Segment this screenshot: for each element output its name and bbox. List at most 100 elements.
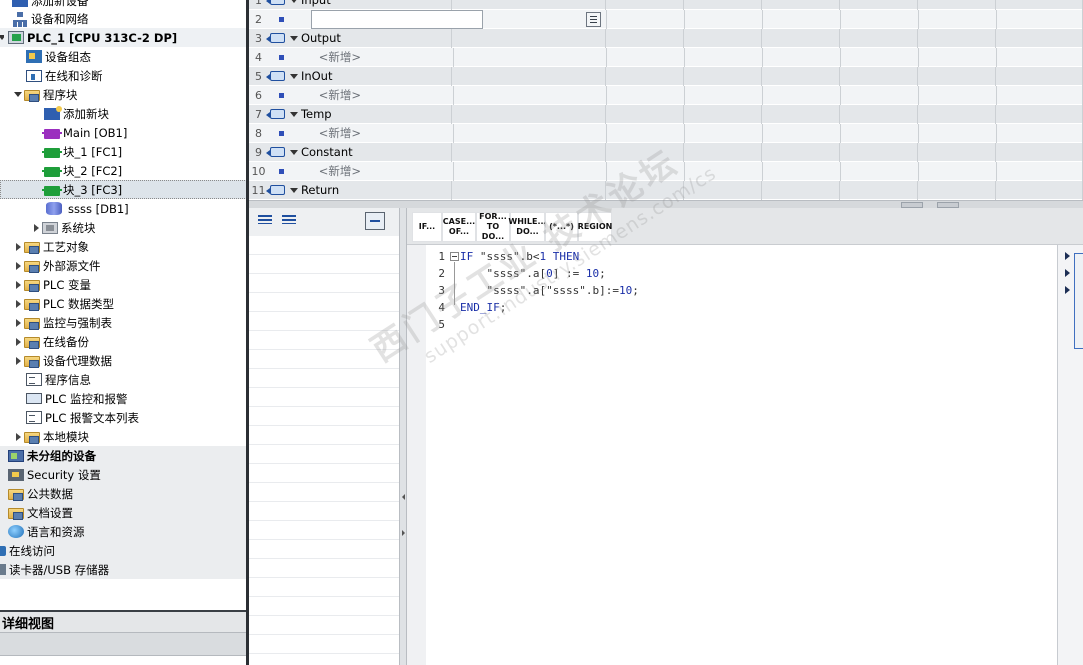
outdent-list-icon[interactable]	[280, 212, 298, 228]
region-button[interactable]: REGION	[578, 212, 612, 242]
table-cell[interactable]	[685, 47, 764, 67]
collapse-left-icon[interactable]	[402, 494, 405, 500]
expand-arrow-icon[interactable]	[12, 427, 24, 446]
details-view-header[interactable]: 详细视图	[0, 610, 247, 632]
tree-item-fc1[interactable]: 块_1 [FC1]	[0, 142, 247, 161]
tree-item-online-access[interactable]: 在线访问	[0, 541, 247, 560]
comment-button[interactable]: (*...*)	[545, 212, 578, 242]
table-cell[interactable]	[452, 0, 606, 10]
add-new-entry[interactable]: <新增>	[301, 123, 454, 143]
add-new-entry[interactable]: <新增>	[301, 161, 454, 181]
tree-item-document-settings[interactable]: 文档设置	[0, 503, 247, 522]
table-cell[interactable]	[454, 47, 608, 67]
tree-item-external-sources[interactable]: 外部源文件	[0, 256, 247, 275]
interface-row[interactable]: 5 InOut	[249, 66, 1083, 86]
tree-item-system-blocks[interactable]: 系统块	[0, 218, 247, 237]
table-cell[interactable]	[996, 104, 1083, 124]
table-cell[interactable]	[606, 142, 685, 162]
tree-item-db1[interactable]: ssss [DB1]	[0, 199, 247, 218]
table-cell[interactable]	[762, 28, 841, 48]
list-picker-icon[interactable]	[586, 12, 601, 27]
interface-row[interactable]: 8 <新增>	[249, 123, 1083, 143]
code-line[interactable]: "ssss".a["ssss".b]:=10;	[460, 284, 638, 297]
expand-arrow-icon[interactable]	[12, 256, 24, 275]
interface-row[interactable]: 1 Input	[249, 0, 1083, 10]
table-cell[interactable]	[762, 104, 841, 124]
indent-list-icon[interactable]	[256, 212, 274, 228]
rail-expand-icon[interactable]	[1061, 266, 1073, 280]
add-new-entry[interactable]: <新增>	[301, 85, 454, 105]
table-cell[interactable]	[452, 142, 606, 162]
tree-item-program-info[interactable]: 程序信息	[0, 370, 247, 389]
for-to-do-button[interactable]: FOR... TO DO...	[476, 212, 510, 242]
tree-item-technology-objects[interactable]: 工艺对象	[0, 237, 247, 256]
table-cell[interactable]	[996, 142, 1083, 162]
sync-split-icon[interactable]	[365, 212, 385, 230]
expand-arrow-icon[interactable]	[12, 294, 24, 313]
if-button[interactable]: IF...	[412, 212, 442, 242]
table-cell[interactable]	[452, 104, 606, 124]
table-cell[interactable]	[996, 180, 1083, 200]
section-name[interactable]: Output	[301, 28, 452, 48]
table-cell[interactable]	[454, 123, 608, 143]
tree-item-program-blocks[interactable]: 程序块	[0, 85, 247, 104]
expand-arrow-icon[interactable]	[12, 275, 24, 294]
table-cell[interactable]	[762, 180, 841, 200]
collapse-arrow-icon[interactable]	[287, 181, 301, 200]
expand-arrow-icon[interactable]	[12, 332, 24, 351]
table-cell[interactable]	[918, 180, 997, 200]
table-cell[interactable]	[684, 142, 763, 162]
table-cell[interactable]	[606, 28, 685, 48]
table-cell[interactable]	[996, 28, 1083, 48]
collapse-arrow-icon[interactable]	[287, 143, 301, 162]
table-cell[interactable]	[841, 47, 919, 67]
table-cell[interactable]	[997, 9, 1083, 29]
rail-tab-panel[interactable]	[1074, 253, 1083, 349]
expand-right-icon[interactable]	[402, 530, 405, 536]
expand-arrow-icon[interactable]	[30, 218, 42, 237]
interface-row[interactable]: 7 Temp	[249, 104, 1083, 124]
table-cell[interactable]	[763, 161, 841, 181]
interface-row[interactable]: 4 <新增>	[249, 47, 1083, 67]
table-cell[interactable]	[762, 0, 841, 10]
table-cell[interactable]	[840, 104, 919, 124]
table-cell[interactable]	[606, 180, 685, 200]
table-cell[interactable]	[684, 28, 763, 48]
table-cell[interactable]	[996, 66, 1083, 86]
table-cell[interactable]	[685, 161, 764, 181]
table-cell[interactable]	[685, 123, 764, 143]
table-cell[interactable]	[762, 66, 841, 86]
case-of-button[interactable]: CASE... OF...	[442, 212, 476, 242]
table-cell[interactable]	[919, 123, 997, 143]
tree-item-fc3[interactable]: 块_3 [FC3]	[0, 180, 247, 199]
tree-item-add-block[interactable]: 添加新块	[0, 104, 247, 123]
collapse-arrow-icon[interactable]	[12, 85, 24, 104]
code-line[interactable]: "ssss".a[0] := 10;	[460, 267, 605, 280]
interface-row[interactable]: 3 Output	[249, 28, 1083, 48]
scl-code-editor[interactable]: 1 IF "ssss".b<1 THEN 2 "ssss".a[0] := 10; 3…	[407, 245, 1083, 665]
table-cell[interactable]	[997, 85, 1083, 105]
interface-row[interactable]: 10 <新增>	[249, 161, 1083, 181]
table-cell[interactable]	[918, 28, 997, 48]
table-cell[interactable]	[997, 123, 1083, 143]
section-name[interactable]: InOut	[301, 66, 452, 86]
interface-row[interactable]: 11 Return	[249, 180, 1083, 200]
table-cell[interactable]	[763, 123, 841, 143]
collapse-arrow-icon[interactable]	[287, 105, 301, 124]
tree-item-ungrouped-devices[interactable]: 未分组的设备	[0, 446, 247, 465]
section-name[interactable]: Return	[301, 180, 452, 200]
tree-item-common-data[interactable]: 公共数据	[0, 484, 247, 503]
table-cell[interactable]	[919, 161, 997, 181]
table-cell[interactable]	[919, 47, 997, 67]
new-entry-edit-box[interactable]	[311, 10, 483, 29]
table-cell[interactable]	[684, 180, 763, 200]
table-cell[interactable]	[841, 85, 919, 105]
table-cell[interactable]	[763, 85, 841, 105]
add-new-entry[interactable]: <新增>	[301, 47, 454, 67]
table-cell[interactable]	[606, 104, 685, 124]
interface-row[interactable]: 6 <新增>	[249, 85, 1083, 105]
tree-item-fc2[interactable]: 块_2 [FC2]	[0, 161, 247, 180]
table-cell[interactable]	[684, 0, 763, 10]
tree-item-card-reader[interactable]: 读卡器/USB 存储器	[0, 560, 247, 579]
expand-arrow-icon[interactable]	[12, 237, 24, 256]
